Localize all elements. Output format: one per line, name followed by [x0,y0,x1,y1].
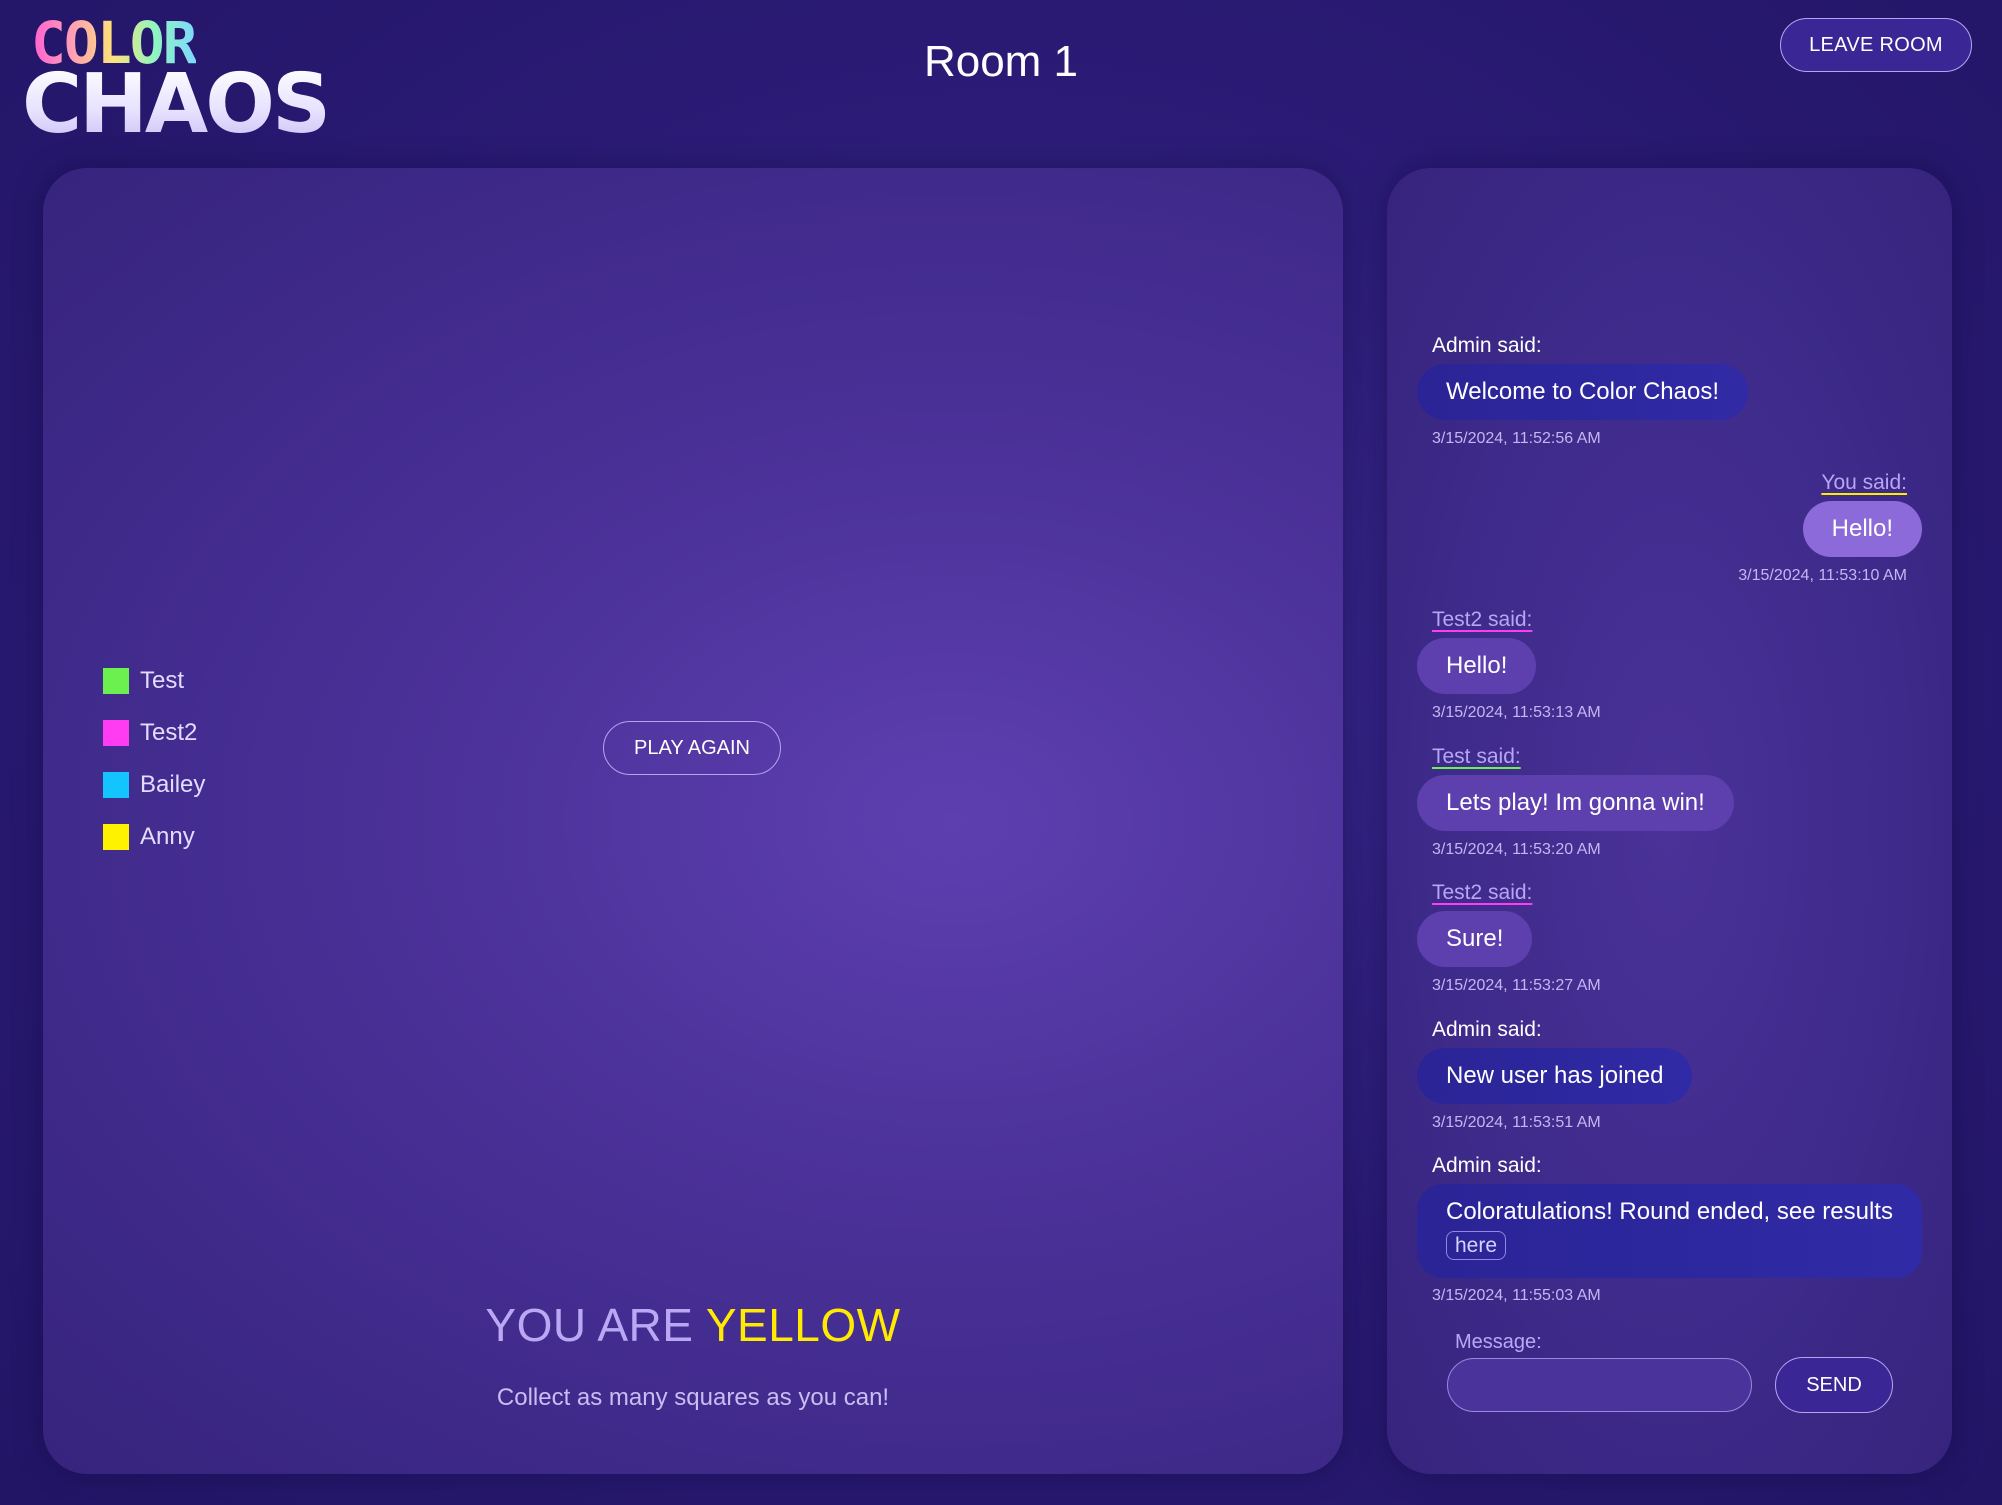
message-timestamp: 3/15/2024, 11:52:56 AM [1432,430,1601,447]
room-title: Room 1 [923,37,1079,86]
message-label: Message: [1455,1331,1542,1353]
message-bubble: New user has joined [1417,1048,1693,1104]
player-color-swatch [103,668,129,694]
player-color-heading: YOU ARE YELLOW [43,1298,1343,1352]
you-are-color: YELLOW [705,1299,901,1351]
player-list: Test Test2 Bailey Anny [103,655,205,863]
message-text: Coloratulations! Round ended, see result… [1446,1198,1893,1225]
message-sender[interactable]: You said: [1821,471,1907,495]
you-are-prefix: YOU ARE [485,1299,694,1351]
player-color-swatch [103,824,129,850]
message-bubble: Lets play! Im gonna win! [1417,775,1734,831]
message-timestamp: 3/15/2024, 11:55:03 AM [1432,1287,1601,1304]
message-timestamp: 3/15/2024, 11:53:20 AM [1432,841,1601,858]
message-timestamp: 3/15/2024, 11:53:13 AM [1432,704,1601,721]
player-item: Test [103,655,205,707]
player-name: Test2 [140,719,198,746]
message-bubble: Welcome to Color Chaos! [1417,364,1748,420]
message-timestamp: 3/15/2024, 11:53:10 AM [1738,567,1907,584]
player-name: Test [140,667,185,694]
player-name: Anny [140,823,195,850]
game-instruction: Collect as many squares as you can! [496,1384,890,1411]
message-bubble: Sure! [1417,911,1533,967]
message-sender: Admin said: [1432,1018,1542,1041]
player-item: Anny [103,811,205,863]
message-sender[interactable]: Test2 said: [1432,608,1532,632]
results-link[interactable]: here [1446,1230,1507,1260]
message-timestamp: 3/15/2024, 11:53:27 AM [1432,977,1601,994]
message-sender[interactable]: Test2 said: [1432,881,1532,905]
message-bubble: Hello! [1417,638,1537,694]
chat-panel: Admin said: Welcome to Color Chaos! 3/15… [1387,168,1952,1474]
message-input[interactable] [1447,1358,1752,1412]
leave-room-button[interactable]: LEAVE ROOM [1780,18,1972,72]
player-item: Test2 [103,707,205,759]
message-sender: Admin said: [1432,1154,1542,1177]
game-board-panel: Test Test2 Bailey Anny PLAY AGAIN YOU AR… [43,168,1343,1474]
player-color-swatch [103,720,129,746]
play-again-button[interactable]: PLAY AGAIN [603,721,781,775]
message-timestamp: 3/15/2024, 11:53:51 AM [1432,1114,1601,1131]
message-bubble: Hello! [1802,501,1922,557]
player-color-swatch [103,772,129,798]
send-button[interactable]: SEND [1775,1357,1893,1413]
message-sender: Admin said: [1432,334,1542,357]
player-item: Bailey [103,759,205,811]
message-bubble: Coloratulations! Round ended, see result… [1417,1184,1922,1278]
message-sender[interactable]: Test said: [1432,745,1521,769]
player-name: Bailey [140,771,206,798]
